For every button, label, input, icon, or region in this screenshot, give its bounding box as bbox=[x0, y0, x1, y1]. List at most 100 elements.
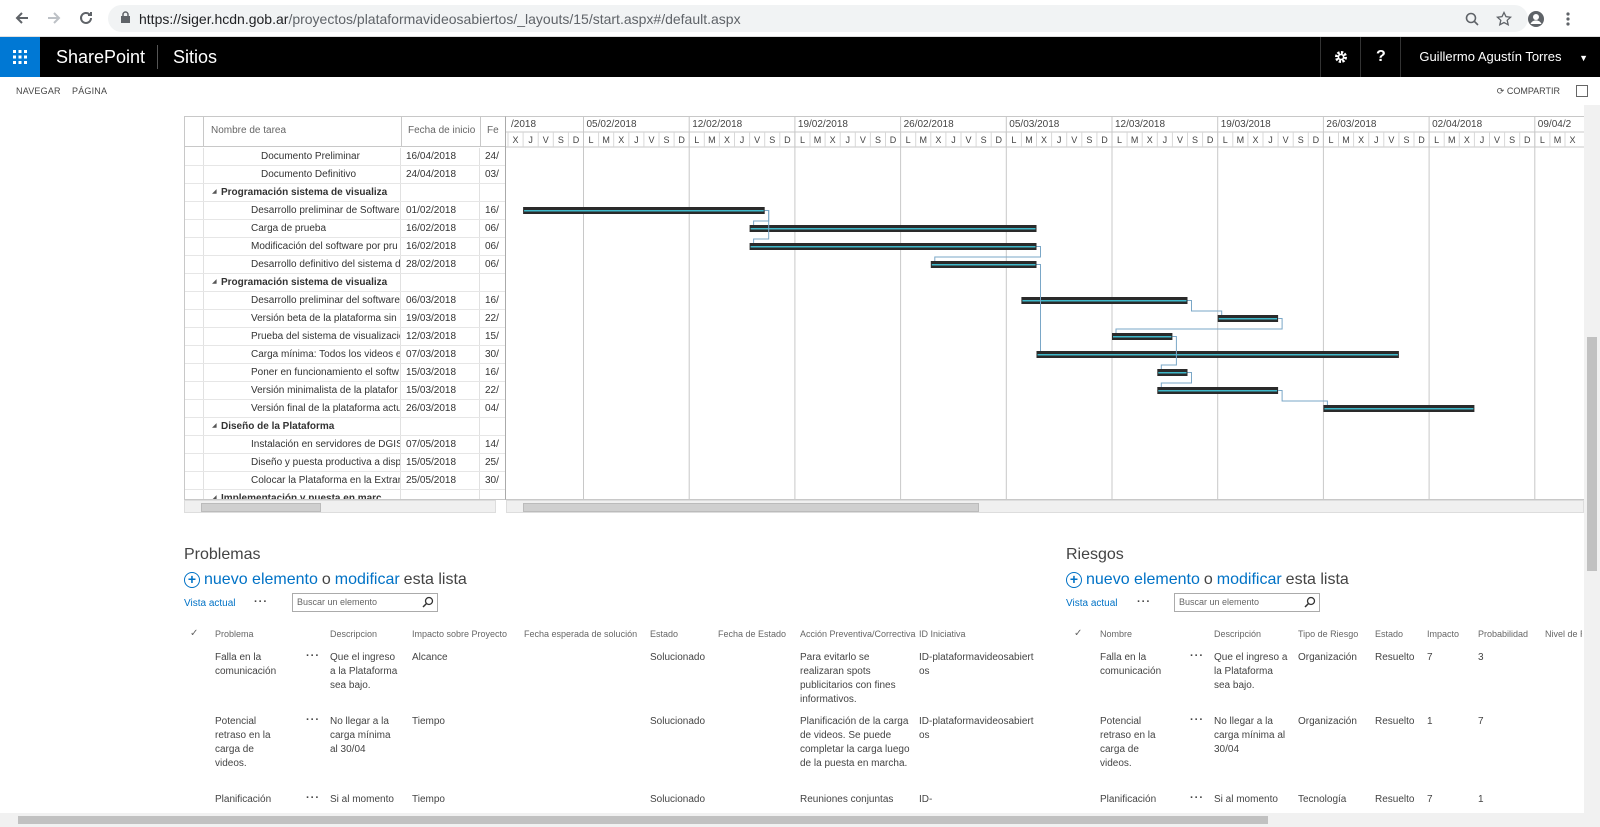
page-hscroll-thumb[interactable] bbox=[18, 816, 1268, 824]
timeline-hscrollbar[interactable] bbox=[506, 500, 1584, 513]
col-task-name[interactable]: Nombre de tarea bbox=[205, 117, 402, 147]
riesgos-col-header[interactable]: Tipo de Riesgo bbox=[1298, 629, 1358, 639]
row-selector[interactable] bbox=[185, 148, 204, 165]
gantt-task-row[interactable]: Modificación del software por pru 16/02/2… bbox=[185, 238, 505, 256]
problemas-col-header[interactable]: Fecha de Estado bbox=[718, 629, 786, 639]
search-icon[interactable] bbox=[422, 596, 434, 608]
select-all-check-icon[interactable]: ✓ bbox=[190, 628, 198, 639]
row-selector[interactable] bbox=[185, 238, 204, 255]
app-launcher-icon[interactable] bbox=[0, 37, 40, 77]
page-vscrollbar[interactable] bbox=[1584, 105, 1600, 813]
user-menu[interactable]: Guillermo Agustín Torres ▼ bbox=[1400, 37, 1600, 77]
select-all-check-icon[interactable]: ✓ bbox=[1074, 628, 1082, 639]
collapse-triangle-icon[interactable]: ◢ bbox=[212, 418, 217, 435]
riesgos-modify-link[interactable]: modificar bbox=[1217, 571, 1282, 589]
gantt-task-row[interactable]: Desarrollo definitivo del sistema d 28/02… bbox=[185, 256, 505, 274]
col-start-date[interactable]: Fecha de inicio bbox=[402, 117, 481, 147]
search-icon[interactable] bbox=[1304, 596, 1316, 608]
gantt-task-row[interactable]: Desarrollo preliminar de Software 01/02/2… bbox=[185, 202, 505, 220]
problemas-row-menu-icon[interactable]: ··· bbox=[306, 714, 320, 726]
problemas-col-header[interactable]: Problema bbox=[215, 629, 254, 639]
row-selector[interactable] bbox=[185, 166, 204, 183]
back-arrow-icon[interactable] bbox=[6, 2, 38, 34]
gantt-task-row[interactable]: Poner en funcionamiento el softw 15/03/20… bbox=[185, 364, 505, 382]
gantt-task-row[interactable]: Versión beta de la plataforma sin 19/03/2… bbox=[185, 310, 505, 328]
row-selector[interactable] bbox=[185, 346, 204, 363]
riesgos-cell-nombre[interactable]: Falla en la comunicación bbox=[1100, 651, 1164, 679]
problemas-row-menu-icon[interactable]: ··· bbox=[306, 792, 320, 804]
problemas-col-header[interactable]: Fecha esperada de solución bbox=[524, 629, 637, 639]
gantt-task-row[interactable]: Diseño y puesta productiva a disp 15/05/2… bbox=[185, 454, 505, 472]
row-selector[interactable] bbox=[185, 364, 204, 381]
problemas-cell-problema[interactable]: Falla en la comunicación bbox=[215, 651, 279, 679]
riesgos-cell-nombre[interactable]: Planificación bbox=[1100, 793, 1164, 807]
gantt-task-row[interactable]: Instalación en servidores de DGIS. 07/05/… bbox=[185, 436, 505, 454]
gantt-task-row[interactable]: Carga de prueba 16/02/2018 06/ bbox=[185, 220, 505, 238]
gantt-task-row[interactable]: Implementación y puesta en marc ◢ bbox=[185, 490, 505, 499]
plus-icon[interactable]: + bbox=[1066, 572, 1082, 588]
help-button[interactable]: ? bbox=[1360, 37, 1400, 77]
riesgos-row-menu-icon[interactable]: ··· bbox=[1190, 714, 1204, 726]
reload-icon[interactable] bbox=[70, 2, 102, 34]
riesgos-col-header[interactable]: Probabilidad bbox=[1478, 629, 1528, 639]
sharepoint-brand[interactable]: SharePoint bbox=[56, 37, 145, 77]
collapse-triangle-icon[interactable]: ◢ bbox=[212, 274, 217, 291]
riesgos-col-header[interactable]: Descripción bbox=[1214, 629, 1261, 639]
gantt-task-row[interactable]: Versión final de la plataforma actu 26/03… bbox=[185, 400, 505, 418]
row-selector[interactable] bbox=[185, 292, 204, 309]
gantt-task-row[interactable]: Programación sistema de visualiza ◢ bbox=[185, 274, 505, 292]
page-vscroll-thumb[interactable] bbox=[1587, 337, 1597, 571]
collapse-triangle-icon[interactable]: ◢ bbox=[212, 184, 217, 201]
problemas-cell-problema[interactable]: Potencial retraso en la carga de videos. bbox=[215, 715, 279, 771]
collapse-triangle-icon[interactable]: ◢ bbox=[212, 490, 217, 499]
problemas-col-header[interactable]: Acción Preventiva/Correctiva bbox=[800, 629, 916, 639]
account-icon[interactable] bbox=[1524, 7, 1548, 31]
gantt-task-row[interactable]: Versión minimalista de la platafor 15/03/… bbox=[185, 382, 505, 400]
sites-link[interactable]: Sitios bbox=[173, 37, 217, 77]
gantt-task-row[interactable]: Prueba del sistema de visualizació 12/03/… bbox=[185, 328, 505, 346]
problemas-view-more-icon[interactable]: ··· bbox=[254, 596, 268, 608]
zoom-icon[interactable] bbox=[1460, 7, 1484, 31]
row-selector[interactable] bbox=[185, 472, 204, 489]
share-button[interactable]: ⟳ COMPARTIR bbox=[1497, 86, 1560, 97]
star-icon[interactable] bbox=[1492, 7, 1516, 31]
focus-mode-icon[interactable] bbox=[1576, 85, 1588, 97]
address-bar[interactable]: https://siger.hcdn.gob.ar/proyectos/plat… bbox=[108, 5, 1528, 32]
row-selector[interactable] bbox=[185, 400, 204, 417]
problemas-search-input[interactable]: Buscar un elemento bbox=[292, 593, 438, 612]
gantt-task-row[interactable]: Colocar la Plataforma en la Extran 25/05/… bbox=[185, 472, 505, 490]
row-selector[interactable] bbox=[185, 328, 204, 345]
riesgos-row-menu-icon[interactable]: ··· bbox=[1190, 650, 1204, 662]
row-selector[interactable] bbox=[185, 256, 204, 273]
grid-hscrollbar[interactable] bbox=[184, 500, 496, 513]
gantt-task-row[interactable]: Documento Preliminar 16/04/2018 24/ bbox=[185, 148, 505, 166]
riesgos-cell-nombre[interactable]: Potencial retraso en la carga de videos. bbox=[1100, 715, 1164, 771]
gantt-task-row[interactable]: Diseño de la Plataforma ◢ bbox=[185, 418, 505, 436]
problemas-vista-actual[interactable]: Vista actual bbox=[184, 598, 236, 609]
row-selector[interactable] bbox=[185, 454, 204, 471]
timeline-hscroll-thumb[interactable] bbox=[523, 503, 979, 512]
problemas-col-header[interactable]: Estado bbox=[650, 629, 678, 639]
gantt-task-row[interactable]: Programación sistema de visualiza ◢ bbox=[185, 184, 505, 202]
kebab-menu-icon[interactable] bbox=[1556, 7, 1580, 31]
page-hscrollbar[interactable] bbox=[0, 813, 1600, 827]
row-selector[interactable] bbox=[185, 490, 204, 499]
problemas-col-header[interactable]: ID Iniciativa bbox=[919, 629, 966, 639]
gantt-task-row[interactable]: Documento Definitivo 24/04/2018 03/ bbox=[185, 166, 505, 184]
grid-hscroll-thumb[interactable] bbox=[201, 503, 321, 512]
gantt-task-row[interactable]: Desarrollo preliminar del software 06/03/… bbox=[185, 292, 505, 310]
problemas-col-header[interactable]: Impacto sobre Proyecto bbox=[412, 629, 507, 639]
tab-pagina[interactable]: PÁGINA bbox=[72, 86, 107, 96]
riesgos-vista-actual[interactable]: Vista actual bbox=[1066, 598, 1118, 609]
settings-gear-icon[interactable] bbox=[1320, 37, 1360, 77]
row-selector[interactable] bbox=[185, 274, 204, 291]
tab-navegar[interactable]: NAVEGAR bbox=[16, 86, 61, 96]
problemas-modify-link[interactable]: modificar bbox=[335, 571, 400, 589]
riesgos-col-header[interactable]: Nombre bbox=[1100, 629, 1132, 639]
riesgos-row-menu-icon[interactable]: ··· bbox=[1190, 792, 1204, 804]
forward-arrow-icon[interactable] bbox=[38, 2, 70, 34]
problemas-new-item-link[interactable]: nuevo elemento bbox=[204, 571, 318, 589]
problemas-col-header[interactable]: Descripcion bbox=[330, 629, 377, 639]
riesgos-col-header[interactable]: Nivel de Ri bbox=[1545, 629, 1582, 639]
row-selector[interactable] bbox=[185, 310, 204, 327]
